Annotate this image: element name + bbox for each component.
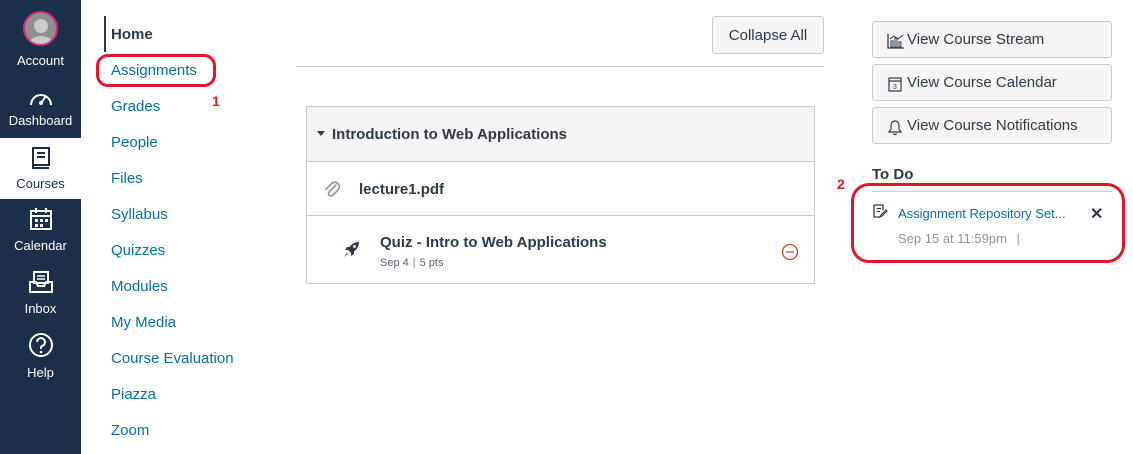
module-header[interactable]: Introduction to Web Applications bbox=[307, 107, 814, 162]
caret-down-icon bbox=[317, 131, 325, 136]
module-title: Introduction to Web Applications bbox=[332, 126, 567, 143]
course-nav-modules[interactable]: Modules bbox=[111, 278, 168, 295]
minus-circle-icon[interactable] bbox=[781, 243, 799, 261]
module-container: Introduction to Web Applications lecture… bbox=[306, 106, 815, 284]
global-nav-label-inbox: Inbox bbox=[24, 301, 57, 316]
dashboard-gauge-icon bbox=[29, 94, 52, 106]
course-nav-active-indicator bbox=[104, 16, 106, 52]
module-item-quiz-link[interactable]: Quiz - Intro to Web Applications bbox=[380, 234, 607, 251]
global-nav-inbox[interactable]: Inbox bbox=[0, 262, 81, 325]
module-item-quiz: Quiz - Intro to Web Applications Sep 4 | 5… bbox=[307, 217, 814, 283]
annotation-ring-todo bbox=[851, 183, 1125, 263]
svg-text:3: 3 bbox=[893, 84, 897, 91]
meta-separator: | bbox=[412, 257, 416, 269]
view-course-stream-label: View Course Stream bbox=[907, 31, 1045, 48]
global-nav-label-courses: Courses bbox=[16, 176, 65, 191]
course-nav-piazza[interactable]: Piazza bbox=[111, 386, 156, 403]
quiz-due-date: Sep 4 bbox=[380, 257, 409, 269]
calendar-icon: 3 bbox=[888, 77, 902, 92]
global-navigation: Account Dashboard Courses Calendar Inbox… bbox=[0, 0, 81, 454]
quiz-points: 5 pts bbox=[419, 257, 444, 269]
course-nav-grades[interactable]: Grades bbox=[111, 98, 160, 115]
course-nav-files[interactable]: Files bbox=[111, 170, 143, 187]
course-nav-my-media[interactable]: My Media bbox=[111, 314, 176, 331]
course-nav-syllabus[interactable]: Syllabus bbox=[111, 206, 168, 223]
help-icon bbox=[28, 333, 53, 357]
global-nav-help[interactable]: Help bbox=[0, 325, 81, 388]
course-nav-course-evaluation[interactable]: Course Evaluation bbox=[111, 350, 234, 367]
account-avatar bbox=[23, 11, 58, 46]
rocket-icon bbox=[344, 242, 359, 257]
course-nav-quizzes[interactable]: Quizzes bbox=[111, 242, 165, 259]
view-course-notifications-label: View Course Notifications bbox=[907, 117, 1078, 134]
module-item-file: lecture1.pdf bbox=[307, 163, 814, 216]
bell-icon bbox=[887, 120, 903, 136]
global-nav-label-account: Account bbox=[17, 53, 64, 68]
course-nav-people[interactable]: People bbox=[111, 134, 158, 151]
global-nav-courses[interactable]: Courses bbox=[0, 138, 81, 199]
stream-chart-icon bbox=[887, 34, 904, 49]
view-course-calendar-button[interactable]: 3 View Course Calendar bbox=[872, 64, 1112, 101]
global-nav-label-calendar: Calendar bbox=[14, 238, 67, 253]
global-nav-label-help: Help bbox=[27, 365, 54, 380]
paperclip-icon bbox=[325, 181, 341, 197]
view-course-notifications-button[interactable]: View Course Notifications bbox=[872, 107, 1112, 144]
course-nav-home[interactable]: Home bbox=[111, 26, 153, 43]
calendar-icon bbox=[29, 208, 52, 230]
content-divider bbox=[296, 66, 824, 67]
view-course-stream-button[interactable]: View Course Stream bbox=[872, 21, 1112, 58]
global-nav-account[interactable]: Account bbox=[0, 0, 81, 78]
todo-heading: To Do bbox=[872, 166, 914, 183]
collapse-all-button[interactable]: Collapse All bbox=[712, 16, 824, 54]
annotation-ring-assignments bbox=[96, 54, 216, 87]
course-nav-zoom[interactable]: Zoom bbox=[111, 422, 149, 439]
module-item-quiz-meta: Sep 4 | 5 pts bbox=[380, 257, 443, 269]
global-nav-label-dashboard: Dashboard bbox=[8, 113, 73, 128]
annotation-marker-1: 1 bbox=[212, 93, 220, 109]
annotation-marker-2: 2 bbox=[837, 176, 845, 192]
global-nav-calendar[interactable]: Calendar bbox=[0, 199, 81, 262]
courses-book-icon bbox=[31, 147, 50, 169]
canvas-course-home-page: Account Dashboard Courses Calendar Inbox… bbox=[0, 0, 1133, 454]
inbox-icon bbox=[28, 271, 53, 293]
module-item-file-link[interactable]: lecture1.pdf bbox=[359, 181, 444, 198]
global-nav-dashboard[interactable]: Dashboard bbox=[0, 78, 81, 138]
view-course-calendar-label: View Course Calendar bbox=[907, 74, 1057, 91]
